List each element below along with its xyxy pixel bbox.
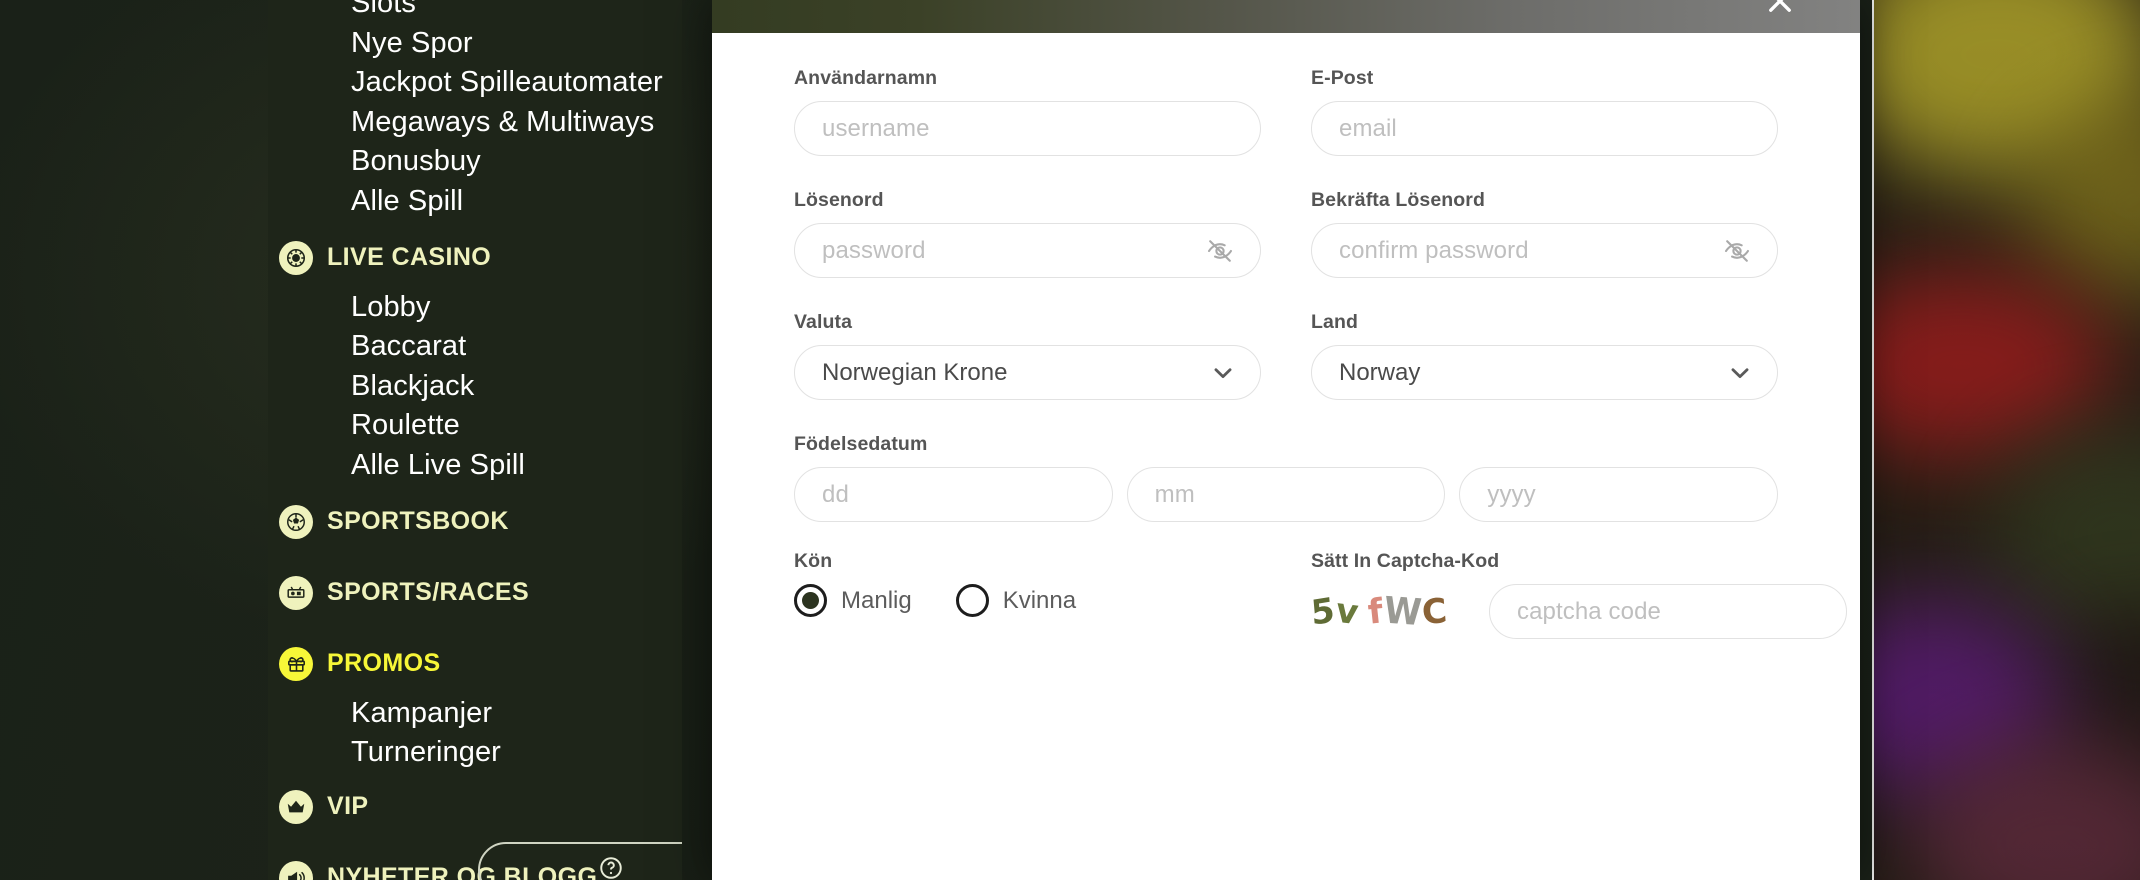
modal-header-bar (712, 0, 1860, 33)
gender-option-male[interactable]: Manlig (794, 584, 912, 617)
sidebar-header-label: SPORTSBOOK (327, 507, 509, 536)
password-input[interactable]: password (794, 223, 1261, 278)
field-label: Bekräfta Lösenord (1311, 189, 1485, 211)
sidebar-header-label: SPORTS/RACES (327, 578, 530, 607)
field-label: E-Post (1311, 67, 1374, 89)
form-row-locale: Valuta Norwegian Krone Land Norway (794, 311, 1778, 400)
field-label: Sätt In Captcha-Kod (1311, 550, 1500, 572)
captcha-image[interactable]: 5 v f W C (1309, 588, 1449, 635)
field-label: Födelsedatum (794, 433, 928, 455)
radio-button-selected[interactable] (794, 584, 827, 617)
field-confirm-password: Bekräfta Lösenord confirm password (1311, 189, 1778, 278)
gift-icon (279, 646, 313, 681)
form-row-password: Lösenord password Bekräfta Lösenord conf… (794, 189, 1778, 278)
input-placeholder: mm (1154, 480, 1195, 508)
help-circle-icon (598, 855, 624, 880)
gender-option-female[interactable]: Kvinna (955, 584, 1077, 617)
eye-off-icon[interactable] (1206, 237, 1234, 265)
sidebar-item-kampanjer[interactable]: Kampanjer (268, 694, 682, 734)
input-placeholder: password (822, 236, 926, 264)
sidebar-item-lobby[interactable]: Lobby (268, 288, 682, 328)
field-label: Valuta (794, 311, 853, 333)
registration-form: Användarnamn username E-Post email Lösen… (712, 33, 1860, 639)
form-row-gender-captcha: Kön Manlig Kvinna Sätt In Captcha-Kod 5 … (794, 550, 1847, 639)
field-currency: Valuta Norwegian Krone (794, 311, 1261, 400)
sidebar-item-megaways-multiways[interactable]: Megaways & Multiways (268, 103, 682, 143)
radio-label: Manlig (841, 586, 912, 614)
radio-button-unselected[interactable] (955, 584, 989, 617)
birthdate-inputs: dd mm yyyy (794, 467, 1779, 522)
sidebar-item-blackjack[interactable]: Blackjack (268, 367, 682, 407)
captcha-input[interactable]: captcha code (1489, 584, 1847, 639)
captcha-row: 5 v f W C captcha code (1309, 584, 1847, 639)
sidebar-navigation: Slots Nye Spor Jackpot Spilleautomater M… (268, 0, 682, 880)
sidebar-item-bonusbuy[interactable]: Bonusbuy (268, 142, 682, 182)
field-label: Kön (794, 550, 833, 572)
birthdate-day-input[interactable]: dd (794, 467, 1113, 522)
close-icon[interactable] (1763, 0, 1797, 18)
select-value: Norwegian Krone (822, 358, 1008, 386)
sidebar-item-alle-live-spill[interactable]: Alle Live Spill (268, 446, 682, 486)
crown-icon (279, 789, 313, 824)
horse-racing-icon (279, 575, 313, 610)
birthdate-month-input[interactable]: mm (1126, 467, 1446, 522)
captcha-glyph: v (1333, 590, 1362, 633)
input-placeholder: confirm password (1339, 236, 1529, 264)
country-select[interactable]: Norway (1311, 345, 1778, 400)
captcha-glyph: C (1420, 590, 1450, 633)
sidebar-header-label: LIVE CASINO (327, 243, 492, 272)
field-label: Land (1311, 311, 1358, 333)
input-placeholder: dd (822, 480, 849, 508)
sidebar-item-nye-spor[interactable]: Nye Spor (268, 24, 682, 64)
currency-select[interactable]: Norwegian Krone (794, 345, 1261, 400)
field-username: Användarnamn username (794, 67, 1261, 156)
chevron-down-icon (1210, 360, 1236, 386)
sidebar-header-live-casino[interactable]: LIVE CASINO (268, 228, 682, 288)
sidebar-header-promos[interactable]: PROMOS (268, 634, 682, 694)
form-row-account: Användarnamn username E-Post email (794, 67, 1778, 156)
input-placeholder: captcha code (1517, 597, 1661, 625)
sidebar-item-baccarat[interactable]: Baccarat (268, 327, 682, 367)
sidebar-header-sports-races[interactable]: SPORTS/RACES (268, 563, 682, 623)
field-captcha: Sätt In Captcha-Kod 5 v f W C captcha co… (1309, 550, 1847, 639)
input-placeholder: yyyy (1487, 480, 1536, 508)
gender-radio-group: Manlig Kvinna (794, 584, 1261, 617)
sidebar-header-vip[interactable]: VIP (268, 777, 682, 837)
screen: Slots Nye Spor Jackpot Spilleautomater M… (0, 0, 2140, 880)
sidebar-item-slots[interactable]: Slots (268, 0, 682, 24)
sidebar-item-roulette[interactable]: Roulette (268, 406, 682, 446)
radio-label: Kvinna (1002, 586, 1077, 614)
registration-modal: Användarnamn username E-Post email Lösen… (712, 0, 1860, 880)
field-birthdate: Födelsedatum dd mm yyyy (794, 433, 1779, 522)
sidebar-header-label: PROMOS (327, 649, 441, 678)
field-gender: Kön Manlig Kvinna (794, 550, 1261, 639)
chevron-down-icon (1727, 360, 1753, 386)
email-input[interactable]: email (1311, 101, 1778, 156)
field-password: Lösenord password (794, 189, 1261, 278)
username-input[interactable]: username (794, 101, 1261, 156)
sidebar-support-button[interactable] (478, 842, 682, 880)
confirm-password-input[interactable]: confirm password (1311, 223, 1778, 278)
field-label: Användarnamn (794, 67, 938, 89)
eye-off-icon[interactable] (1723, 237, 1751, 265)
casino-chip-icon (279, 240, 313, 275)
input-placeholder: username (822, 114, 930, 142)
field-email: E-Post email (1311, 67, 1778, 156)
blurred-background-image (1872, 0, 2140, 880)
select-value: Norway (1339, 358, 1421, 386)
sidebar-item-jackpot-spilleautomater[interactable]: Jackpot Spilleautomater (268, 63, 682, 103)
birthdate-year-input[interactable]: yyyy (1459, 467, 1779, 522)
field-label: Lösenord (794, 189, 884, 211)
field-country: Land Norway (1311, 311, 1778, 400)
captcha-glyph: W (1382, 588, 1424, 635)
sidebar-header-sportsbook[interactable]: SPORTSBOOK (268, 492, 682, 552)
megaphone-icon (279, 860, 313, 880)
soccer-ball-icon (279, 504, 313, 539)
sidebar-item-turneringer[interactable]: Turneringer (268, 733, 682, 773)
sidebar-header-label: VIP (327, 792, 369, 821)
sidebar-item-alle-spill[interactable]: Alle Spill (268, 182, 682, 222)
input-placeholder: email (1339, 114, 1397, 142)
